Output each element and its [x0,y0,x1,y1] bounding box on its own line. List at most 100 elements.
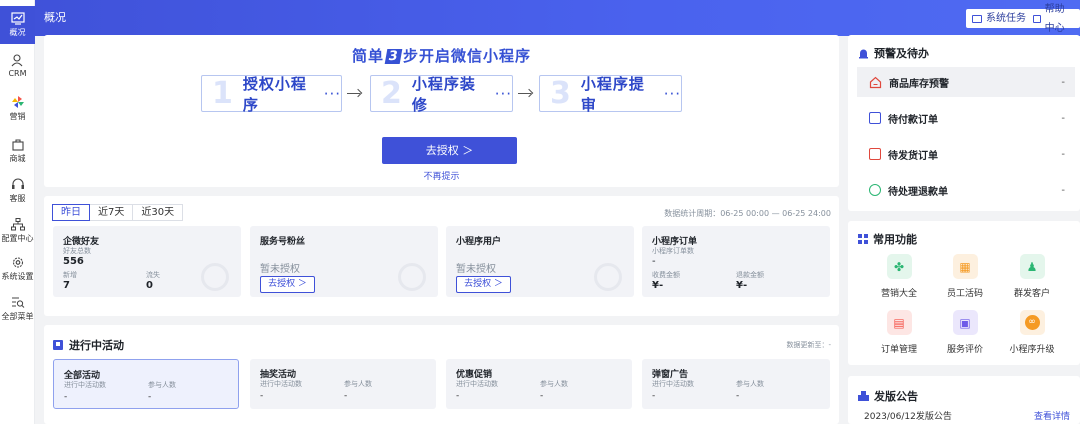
group-icon: ♟ [1019,254,1045,279]
rail-item-service[interactable]: 客服 [0,178,35,204]
function-label: 服务评价 [946,345,983,355]
new-label: 新增 [63,271,77,279]
function-staff-qrcode[interactable]: ▦ 员工活码 [935,254,995,299]
function-label: 订单管理 [880,345,917,355]
authorize-official-button[interactable]: 去授权 ＞ [260,276,315,293]
alert-value: - [1061,112,1065,124]
tab-7-days[interactable]: 近7天 [89,204,134,221]
participants-value: - [344,391,348,401]
release-notice-item[interactable]: 2023/06/12发版公告 [864,409,952,422]
rail-label: CRM [8,69,27,78]
pinwheel-icon [11,96,24,108]
functions-title: 常用功能 [858,231,917,247]
release-title-text: 发版公告 [874,390,918,403]
activities-card: 进行中活动 数据更新至：- 全部活动 进行中活动数 参与人数 - - 抽奖活动 … [44,325,839,424]
hero-title-num: 3 [384,49,403,64]
stats-card: 昨日 近7天 近30天 数据统计周期：06-25 00:00 — 06-25 2… [44,196,839,316]
system-tasks-label: 系统任务 [986,13,1026,24]
alert-pending-refund[interactable]: 待处理退款单 - [857,175,1075,205]
function-service-review[interactable]: ▣ 服务评价 [935,310,995,355]
wechat-watermark-icon [398,263,426,291]
release-card: 发版公告 2023/06/12发版公告 查看详情 [848,376,1080,424]
alert-label: 待处理退款单 [888,186,948,198]
activities-title: 进行中活动 [53,337,124,353]
home-icon [869,76,882,88]
authorize-mini-button[interactable]: 去授权 ＞ [456,276,511,293]
participants-label: 参与人数 [148,381,176,389]
activity-all[interactable]: 全部活动 进行中活动数 参与人数 - - [53,359,239,409]
activity-lottery[interactable]: 抽奖活动 进行中活动数 参与人数 - - [250,359,436,409]
step-decorate[interactable]: 2 小程序装修 ··· [370,75,513,114]
view-details-link[interactable]: 查看详情 [1034,409,1070,422]
refund-icon [869,184,881,196]
participants-value: - [148,392,152,402]
tab-30-days[interactable]: 近30天 [132,204,184,221]
rail-item-marketing[interactable]: 营销 [0,96,35,122]
headset-icon [11,178,24,189]
lost-value: 0 [146,280,153,291]
hero-card: 简单 3 步开启微信小程序 1 授权小程序 ··· 2 小程序装修 ··· 3 小程… [44,35,839,187]
activities-title-text: 进行中活动 [69,339,124,352]
active-count-label: 进行中活动数 [64,381,106,389]
wecom-friends-card: 企微好友 好友总数 556 新增 7 流失 0 [53,226,241,297]
tab-yesterday[interactable]: 昨日 [52,204,90,221]
dont-show-again-link[interactable]: 不再提示 [44,169,839,182]
rail-item-system-settings[interactable]: 系统设置 [0,256,35,282]
wallet-icon [869,112,881,124]
activity-promotion[interactable]: 优惠促销 进行中活动数 参与人数 - - [446,359,632,409]
mini-program-users-card: 小程序用户 暂未授权 去授权 ＞ [446,226,634,297]
top-bar: 概况 系统任务 帮助中心 [0,0,1080,36]
menu-search-icon [11,297,24,308]
active-count-value: - [652,391,656,401]
hero-title-post: 步开启微信小程序 [403,47,532,65]
active-count-label: 进行中活动数 [652,380,694,388]
functions-card: 常用功能 ✤ 营销大全 ▦ 员工活码 ♟ 群发客户 ▤ 订单管理 ▣ 服务评价 … [848,221,1080,365]
flag-icon [53,340,63,350]
order-count-label: 小程序订单数 [652,247,694,255]
help-center-label: 帮助中心 [1044,3,1065,34]
step-number: 1 [212,76,233,111]
function-order-management[interactable]: ▤ 订单管理 [869,310,929,355]
rail-item-all-menus[interactable]: 全部菜单 [0,296,35,322]
tasks-icon [972,14,982,23]
rail-item-overview[interactable]: 概况 [0,6,35,44]
function-miniprogram-upgrade[interactable]: ∞ 小程序升级 [1002,310,1062,355]
function-label: 小程序升级 [1009,345,1055,355]
step-submit-review[interactable]: 3 小程序提审 ··· [539,74,682,114]
rail-item-mall[interactable]: 商城 [0,138,35,164]
friends-total-value: 556 [63,256,84,267]
step-authorize[interactable]: 1 授权小程序 ··· [201,75,342,114]
rail-label: 全部菜单 [1,312,34,321]
rail-label: 营销 [9,112,26,121]
card-title: 服务号粉丝 [260,237,306,247]
refund-label: 退款金额 [736,271,764,279]
function-marketing[interactable]: ✤ 营销大全 [869,254,929,299]
help-center-button[interactable]: 帮助中心 [1027,4,1080,34]
rail-label: 概况 [9,28,26,37]
rail-label: 客服 [9,194,26,203]
activities-updated: 数据更新至：- [786,341,831,349]
function-label: 营销大全 [880,289,917,299]
rail-item-config-center[interactable]: 配置中心 [0,218,35,244]
friends-total-label: 好友总数 [63,247,91,255]
alert-pending-shipment[interactable]: 待发货订单 - [857,139,1075,169]
alert-stock-warning[interactable]: 商品库存预警 - [857,67,1075,97]
function-mass-send[interactable]: ♟ 群发客户 [1002,254,1062,299]
system-tasks-button[interactable]: 系统任务 [966,9,1033,28]
activity-popup-ad[interactable]: 弹窗广告 进行中活动数 参与人数 - - [642,359,830,409]
participants-label: 参与人数 [540,380,568,388]
active-count-value: - [64,392,68,402]
official-account-card: 服务号粉丝 暂未授权 去授权 ＞ [250,226,438,297]
miniprogram-watermark-icon [594,263,622,291]
step-label: 小程序提审 [580,74,645,114]
period-tabs: 昨日 近7天 近30天 [52,204,184,221]
new-value: 7 [63,280,70,291]
step-more: ··· [494,84,512,103]
breadcrumb: 概况 [44,11,66,24]
search-watermark-icon [201,263,229,291]
hero-title-pre: 简单 [351,47,384,65]
grid-icon [858,234,868,244]
authorize-button[interactable]: 去授权 ＞ [382,137,517,164]
rail-item-crm[interactable]: CRM [0,54,35,78]
alert-pending-payment[interactable]: 待付款订单 - [857,103,1075,133]
